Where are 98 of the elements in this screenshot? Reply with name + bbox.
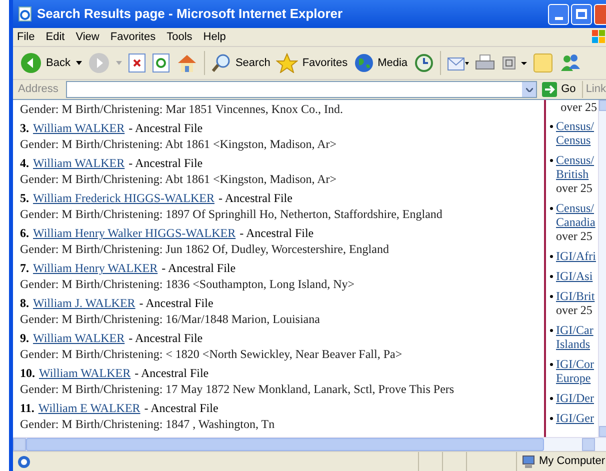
result-details: Gender: M Birth/Christening: 1897 Of Springhill Ho, Netherton, Staffordshire, England — [20, 206, 444, 222]
source-text: - Ancestral File — [162, 260, 236, 276]
bullet — [550, 159, 553, 162]
address-field[interactable] — [66, 81, 538, 98]
favorites-button[interactable]: Favorites — [276, 53, 348, 73]
sidebar-link[interactable]: IGI/Ger — [556, 411, 594, 425]
dropdown-button[interactable] — [522, 82, 536, 97]
result-details: Gender: M Birth/Christening: 17 May 1872 New Monkland, Lanark, Sctl, Prove This Pers — [20, 381, 456, 397]
bullet — [550, 397, 553, 400]
zone-label: My Computer — [539, 454, 606, 470]
result-number: 3. — [20, 120, 29, 136]
close-button[interactable] — [594, 4, 606, 24]
page-icon — [17, 454, 31, 468]
source-text: - Ancestral File — [218, 190, 292, 206]
source-text: - Ancestral File — [128, 155, 203, 171]
vertical-scrollbar[interactable] — [598, 100, 606, 437]
source-text: - Ancestral File — [128, 330, 203, 346]
printer-icon[interactable] — [474, 54, 495, 72]
sidebar-link[interactable]: IGI/Der — [556, 391, 594, 405]
computer-icon — [522, 454, 535, 468]
refresh-icon[interactable] — [152, 53, 170, 73]
result-details: Gender: M Birth/Christening: Mar 1851 Vincennes, Knox Co., Ind. — [20, 101, 344, 117]
menu-item[interactable]: Tools — [166, 28, 192, 46]
menu-item[interactable]: File — [17, 28, 35, 46]
menu-item[interactable]: Favorites — [110, 28, 156, 46]
media-button[interactable]: Media — [354, 53, 408, 73]
note-text: over 25 — [556, 181, 594, 195]
home-icon[interactable] — [176, 53, 198, 73]
bullet — [550, 329, 553, 332]
result-link[interactable]: William J. WALKER — [33, 295, 136, 311]
sidebar-link[interactable]: IGI/Car Islands — [556, 323, 594, 351]
search-icon — [211, 53, 232, 73]
menu-item[interactable]: Help — [203, 28, 226, 46]
menu-item[interactable]: View — [76, 28, 100, 46]
window-title: Search Results page - Microsoft Internet Explorer — [37, 5, 343, 24]
source-text: - Ancestral File — [144, 400, 218, 416]
result-link[interactable]: William Frederick HIGGS-WALKER — [33, 190, 214, 206]
sidebar-link[interactable]: IGI/Afri — [556, 249, 596, 263]
sidebar-link[interactable]: IGI/Asi — [556, 269, 593, 283]
result-link[interactable]: William WALKER — [33, 120, 125, 136]
result-details: Gender: M Birth/Christening: 1836 <Southampton, Long Island, Ny> — [20, 276, 356, 292]
address-label: Address — [17, 82, 60, 98]
source-text: - Ancestral File — [128, 120, 203, 136]
people-icon[interactable] — [558, 53, 581, 73]
note-text: over 25 — [560, 100, 597, 114]
result-number: 10. — [20, 365, 35, 381]
back-button[interactable]: Back — [20, 52, 70, 74]
horizontal-scrollbar[interactable] — [13, 437, 606, 451]
bullet — [550, 295, 553, 298]
bullet — [550, 207, 553, 210]
sidebar-link[interactable]: Census/ Census — [556, 119, 594, 147]
sidebar-link[interactable]: IGI/Brit — [556, 289, 595, 303]
result-details: Gender: M Birth/Christening: < 1820 <North Sewickley, Near Beaver Fall, Pa> — [20, 346, 404, 362]
stop-icon[interactable] — [128, 53, 146, 73]
bullet — [550, 275, 553, 278]
arrow-icon — [542, 82, 558, 97]
source-text: - Ancestral File — [139, 295, 214, 311]
dropdown-caret-icon[interactable] — [76, 61, 82, 65]
result-details: Gender: M Birth/Christening: Abt 1861 <Kingston, Madison, Ar> — [20, 171, 338, 187]
note-text: over 25 — [556, 229, 594, 243]
result-link[interactable]: William Henry Walker HIGGS-WALKER — [33, 225, 236, 241]
result-details: Gender: M Birth/Christening: Jun 1862 Of, Dudley, Worcestershire, England — [20, 241, 390, 257]
source-text: - Ancestral File — [134, 365, 209, 381]
result-number: 5. — [20, 190, 29, 206]
bullet — [550, 417, 553, 420]
bullet — [550, 363, 553, 366]
result-details: Gender: M Birth/Christening: 1847 , Washington, Tn — [20, 416, 276, 432]
bullet — [550, 255, 553, 258]
note-text: over 25 — [556, 303, 594, 317]
go-button[interactable]: Go — [537, 81, 582, 98]
window-icon[interactable] — [500, 54, 527, 72]
result-details: Gender: M Birth/Christening: Abt 1861 <Kingston, Madison, Ar> — [20, 136, 338, 152]
menu-item[interactable]: Edit — [46, 28, 65, 46]
result-link[interactable]: William WALKER — [33, 330, 125, 346]
result-number: 11. — [20, 400, 34, 416]
result-number: 6. — [20, 225, 29, 241]
result-number: 7. — [20, 260, 29, 276]
caret-icon — [526, 88, 533, 92]
search-button[interactable]: Search — [211, 53, 270, 73]
globe-icon — [354, 53, 374, 73]
source-text: - Ancestral File — [240, 225, 314, 241]
result-number: 9. — [20, 330, 29, 346]
result-link[interactable]: William E WALKER — [38, 400, 140, 416]
result-details: Gender: M Birth/Christening: 16/Mar/1848 Marion, Louisiana — [20, 311, 321, 327]
result-link[interactable]: William WALKER — [33, 155, 125, 171]
result-number: 4. — [20, 155, 29, 171]
bullet — [550, 125, 553, 128]
history-icon[interactable] — [414, 53, 434, 73]
result-link[interactable]: William Henry WALKER — [33, 260, 158, 276]
sidebar-link[interactable]: Census/ British — [556, 153, 594, 181]
sidebar-link[interactable]: IGI/Cor Europe — [556, 357, 594, 385]
result-link[interactable]: William WALKER — [39, 365, 131, 381]
star-icon — [276, 53, 298, 73]
maximize-button[interactable] — [571, 4, 592, 24]
sidebar-link[interactable]: Census/ Canadia — [556, 201, 596, 229]
browser-icon — [17, 6, 33, 22]
minimize-button[interactable] — [548, 4, 569, 24]
result-number: 8. — [20, 295, 29, 311]
